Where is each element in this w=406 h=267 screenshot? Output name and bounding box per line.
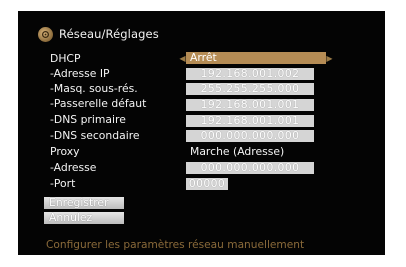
proxy-address-field[interactable]: 000.000.000.000 xyxy=(186,162,314,174)
settings-gear-icon xyxy=(38,26,53,42)
gateway-label: -Passerelle défaut xyxy=(50,97,147,110)
proxy-value[interactable]: Marche (Adresse) xyxy=(190,145,284,158)
proxy-address-label: -Adresse xyxy=(50,161,97,174)
help-text: Configurer les paramètres réseau manuell… xyxy=(46,239,305,251)
save-button[interactable]: Enregistrer xyxy=(44,197,124,209)
dhcp-value[interactable]: Arrêt xyxy=(186,52,326,64)
left-arrow-icon[interactable]: ◀ xyxy=(179,54,186,63)
subnet-mask-field[interactable]: 255.255.255.000 xyxy=(186,83,314,95)
secondary-dns-field[interactable]: 000.000.000.000 xyxy=(186,130,314,142)
ip-address-label: -Adresse IP xyxy=(50,67,110,80)
dhcp-label: DHCP xyxy=(50,52,81,65)
subnet-mask-label: -Masq. sous-rés. xyxy=(50,82,138,95)
dhcp-selector[interactable]: ◀ Arrêt ▶ xyxy=(179,52,333,64)
settings-screen: Réseau/Réglages DHCP ◀ Arrêt ▶ -Adresse … xyxy=(18,11,385,255)
port-field[interactable]: 00000 xyxy=(186,178,228,190)
cancel-button[interactable]: Annulez xyxy=(44,212,124,224)
primary-dns-field[interactable]: 192.168.001.001 xyxy=(186,115,314,127)
proxy-label: Proxy xyxy=(50,145,80,158)
right-arrow-icon[interactable]: ▶ xyxy=(326,54,333,63)
page-title: Réseau/Réglages xyxy=(59,27,159,41)
secondary-dns-label: -DNS secondaire xyxy=(50,129,140,142)
page-header: Réseau/Réglages xyxy=(38,25,159,43)
ip-address-field[interactable]: 192.168.001.002 xyxy=(186,68,314,80)
port-label: -Port xyxy=(50,177,76,190)
primary-dns-label: -DNS primaire xyxy=(50,113,126,126)
gateway-field[interactable]: 192.168.001.001 xyxy=(186,99,314,111)
